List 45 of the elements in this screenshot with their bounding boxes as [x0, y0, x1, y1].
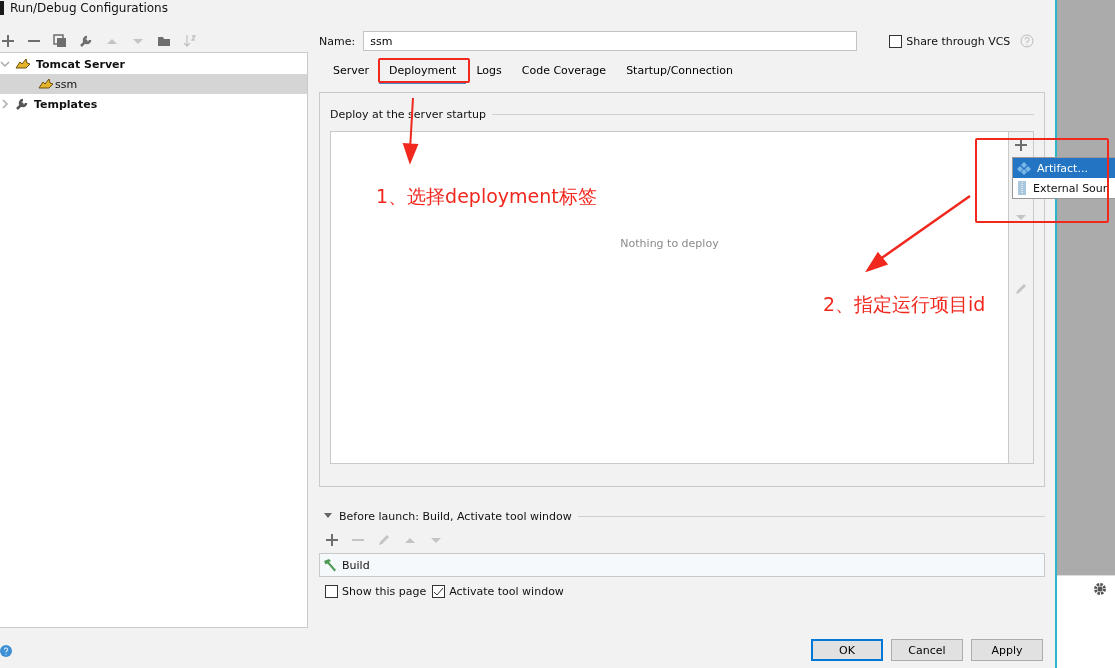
- task-item[interactable]: Build: [342, 558, 370, 572]
- tab[interactable]: Startup/Connection: [616, 60, 743, 84]
- settings-icon[interactable]: [1093, 582, 1107, 596]
- tree-item[interactable]: ssm: [0, 74, 307, 94]
- hammer-icon: [322, 558, 338, 572]
- empty-text: Nothing to deploy: [620, 237, 719, 252]
- add-icon[interactable]: [1014, 138, 1028, 152]
- tree-item[interactable]: Tomcat Server: [0, 54, 307, 74]
- dialog-button[interactable]: Apply: [971, 639, 1043, 661]
- tab[interactable]: Logs: [466, 60, 512, 84]
- app-icon: [0, 1, 4, 15]
- wrench-icon: [15, 97, 29, 111]
- checkbox-label: Activate tool window: [449, 585, 564, 598]
- group-title: Before launch: Build, Activate tool window: [339, 509, 572, 523]
- name-label: Name:: [319, 34, 356, 48]
- dialog-button[interactable]: OK: [811, 639, 883, 661]
- wrench-icon[interactable]: [79, 34, 93, 48]
- help-icon[interactable]: [0, 645, 12, 657]
- menu-item[interactable]: Artifact...: [1013, 158, 1115, 178]
- archive-icon: [1017, 181, 1027, 195]
- tab[interactable]: Server: [323, 60, 380, 84]
- chevron-icon[interactable]: [0, 99, 10, 109]
- window-title: Run/Debug Configurations: [10, 1, 168, 15]
- checkbox-label: Show this page: [342, 585, 427, 598]
- name-field[interactable]: ssm: [363, 31, 858, 51]
- cat-icon: [15, 58, 31, 70]
- copy-icon[interactable]: [53, 34, 67, 48]
- cat-icon: [38, 78, 54, 90]
- share-checkbox[interactable]: [889, 34, 903, 48]
- add-icon[interactable]: [1, 34, 15, 48]
- chevron-icon[interactable]: [0, 59, 10, 69]
- share-label: Share through VCS: [906, 34, 1011, 48]
- annotation-text: 1、选择deployment标签: [376, 184, 597, 209]
- checkbox[interactable]: [325, 585, 338, 598]
- tab[interactable]: Code Coverage: [511, 60, 617, 84]
- annotation-text: 2、指定运行项目id: [823, 292, 986, 317]
- add-icon[interactable]: [325, 533, 339, 547]
- collapse-icon[interactable]: [323, 512, 333, 520]
- tree-item[interactable]: Templates: [0, 94, 307, 114]
- dialog-button[interactable]: Cancel: [891, 639, 963, 661]
- tab[interactable]: Deployment: [379, 60, 467, 84]
- folder-icon[interactable]: [157, 34, 171, 48]
- diamond-icon: [1017, 161, 1031, 175]
- checkbox[interactable]: [432, 585, 446, 598]
- menu-item[interactable]: External Sour: [1013, 178, 1115, 198]
